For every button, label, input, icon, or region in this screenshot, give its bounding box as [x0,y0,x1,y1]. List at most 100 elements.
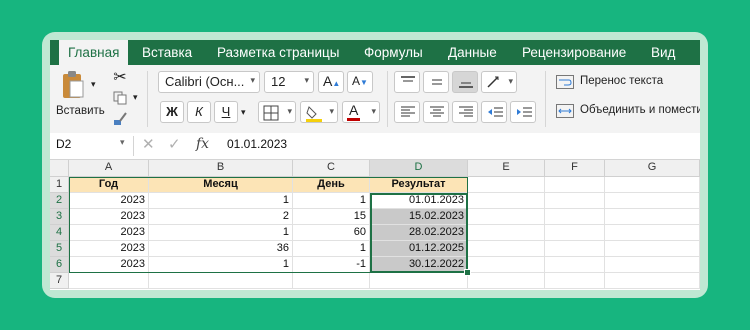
cell-d2[interactable]: 01.01.2023 [370,193,468,209]
cell-b5[interactable]: 36 [149,241,293,257]
cell-f3[interactable] [545,209,605,225]
column-header-b[interactable]: B [149,160,293,177]
cell-a1[interactable]: Год [69,177,149,193]
format-painter-button[interactable] [110,110,130,128]
cell-d5[interactable]: 01.12.2025 [370,241,468,257]
cell-c1[interactable]: День [293,177,370,193]
insert-function-icon[interactable]: fx [196,136,209,152]
font-color-button[interactable]: A ▾ [342,101,380,123]
chevron-down-icon[interactable]: ▾ [133,92,138,103]
align-left-button[interactable] [394,101,420,123]
cell-d1[interactable]: Результат [370,177,468,193]
cell-c4[interactable]: 60 [293,225,370,241]
font-size-select[interactable]: 12 ▾ [264,71,314,93]
cell-g2[interactable] [605,193,700,209]
orientation-button[interactable]: ▾ [481,71,517,93]
formula-input[interactable]: 01.01.2023 [227,137,287,151]
cell-a6[interactable]: 2023 [69,257,149,273]
row-header-1[interactable]: 1 [50,177,69,193]
tab-insert[interactable]: Вставка [142,40,192,65]
column-header-f[interactable]: F [545,160,605,177]
align-top-button[interactable] [394,71,420,93]
bold-button[interactable]: Ж [160,101,184,123]
tab-data[interactable]: Данные [448,40,497,65]
row-header-3[interactable]: 3 [50,209,69,225]
font-name-select[interactable]: Calibri (Осн... ▾ [158,71,260,93]
cell-g4[interactable] [605,225,700,241]
merge-center-button[interactable] [555,102,575,120]
align-middle-button[interactable] [423,71,449,93]
row-header-5[interactable]: 5 [50,241,69,257]
chevron-down-icon[interactable]: ▾ [241,107,246,118]
cell-d4[interactable]: 28.02.2023 [370,225,468,241]
tab-formulas[interactable]: Формулы [364,40,423,65]
paste-button[interactable] [60,69,86,101]
wrap-text-label[interactable]: Перенос текста [580,75,663,87]
cell-e3[interactable] [468,209,545,225]
cell-c6[interactable]: -1 [293,257,370,273]
align-bottom-button[interactable] [452,71,478,93]
cell-f7[interactable] [545,273,605,289]
cell-e2[interactable] [468,193,545,209]
cell-b2[interactable]: 1 [149,193,293,209]
cell-b7[interactable] [149,273,293,289]
cell-f4[interactable] [545,225,605,241]
tab-view[interactable]: Вид [651,40,675,65]
row-header-7[interactable]: 7 [50,273,69,289]
cell-g6[interactable] [605,257,700,273]
chevron-down-icon[interactable]: ▾ [91,79,96,90]
fill-handle[interactable] [464,269,471,276]
increase-indent-button[interactable] [510,101,536,123]
cell-a4[interactable]: 2023 [69,225,149,241]
align-center-button[interactable] [423,101,449,123]
cell-d6[interactable]: 30.12.2022 [370,257,468,273]
align-right-button[interactable] [452,101,478,123]
cell-f6[interactable] [545,257,605,273]
row-header-6[interactable]: 6 [50,257,69,273]
name-box[interactable]: D2 [56,137,71,151]
cell-a5[interactable]: 2023 [69,241,149,257]
cell-e4[interactable] [468,225,545,241]
underline-button[interactable]: Ч [214,101,238,123]
cell-c7[interactable] [293,273,370,289]
row-header-4[interactable]: 4 [50,225,69,241]
select-all-corner[interactable] [50,160,69,177]
cell-c2[interactable]: 1 [293,193,370,209]
italic-button[interactable]: К [187,101,211,123]
copy-button[interactable] [110,89,130,107]
row-header-2[interactable]: 2 [50,193,69,209]
cell-a3[interactable]: 2023 [69,209,149,225]
cell-d7[interactable] [370,273,468,289]
decrease-indent-button[interactable] [481,101,507,123]
tab-review[interactable]: Рецензирование [522,40,626,65]
cell-b1[interactable]: Месяц [149,177,293,193]
cell-g5[interactable] [605,241,700,257]
cell-b6[interactable]: 1 [149,257,293,273]
merge-center-label[interactable]: Объединить и поместить [580,104,700,116]
column-header-c[interactable]: C [293,160,370,177]
cell-e7[interactable] [468,273,545,289]
confirm-check-icon[interactable]: ✓ [168,135,181,153]
cell-g7[interactable] [605,273,700,289]
fill-color-button[interactable]: ▾ [300,101,338,123]
cancel-x-icon[interactable]: ✕ [142,135,155,153]
column-header-e[interactable]: E [468,160,545,177]
cell-b4[interactable]: 1 [149,225,293,241]
cell-b3[interactable]: 2 [149,209,293,225]
wrap-text-button[interactable] [555,73,575,91]
cell-e6[interactable] [468,257,545,273]
cell-e5[interactable] [468,241,545,257]
cell-f5[interactable] [545,241,605,257]
column-header-g[interactable]: G [605,160,700,177]
cell-g1[interactable] [605,177,700,193]
increase-font-button[interactable]: A▲ [318,71,344,93]
cell-a7[interactable] [69,273,149,289]
cell-e1[interactable] [468,177,545,193]
cell-c3[interactable]: 15 [293,209,370,225]
column-header-a[interactable]: A [69,160,149,177]
cell-c5[interactable]: 1 [293,241,370,257]
cell-f2[interactable] [545,193,605,209]
cut-scissors-icon[interactable]: ✂ [110,68,130,86]
borders-button[interactable]: ▾ [258,101,296,123]
column-header-d[interactable]: D [370,160,468,177]
